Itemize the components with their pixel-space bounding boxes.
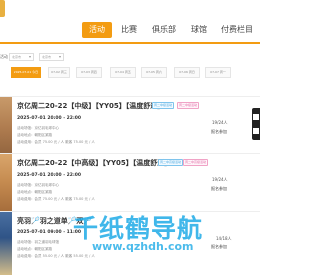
city-select[interactable]: 北京市 <box>39 53 64 61</box>
activity-address: 活动地点：朝阳区某路 <box>17 190 52 194</box>
date-chip[interactable]: 07-06 周日 <box>174 67 200 78</box>
level-badge: 周二中高级活动 <box>158 159 184 166</box>
signup-button[interactable]: 报名参加 <box>211 186 227 192</box>
activity-venue: 活动场馆：羽之道羽毛球馆 <box>17 240 59 244</box>
watermark-url: www.qzhdh.com <box>92 240 194 253</box>
activity-time: 2025-07-01 09:00 - 11:00 <box>17 230 81 235</box>
level-badge: 周二中高级活动 <box>183 159 209 166</box>
activity-time: 2025-07-01 20:00 - 22:00 <box>17 116 81 121</box>
participant-count: 19/24人 <box>212 177 228 182</box>
activity-fee: 活动费用：会员 75.00 元 / 人 散客 75.00 元 / 人 <box>17 140 95 144</box>
date-selector: 2025-07-01 今日 07-02 周三 07-03 周四 07-04 周五… <box>0 67 260 80</box>
tab-match[interactable]: 比赛 <box>121 22 137 38</box>
date-chip[interactable]: 07-07 周一 <box>205 67 231 78</box>
activity-fee: 活动费用：会员 55.00 元 / 人 散客 55.00 元 / 人 <box>17 254 95 258</box>
date-chip[interactable]: 07-05 周六 <box>141 67 167 78</box>
province-select[interactable]: 北京市 <box>9 53 34 61</box>
nav-underline <box>0 42 260 44</box>
activity-thumbnail <box>0 154 12 212</box>
level-badge: 周二中级活动 <box>177 102 200 109</box>
activity-venue: 活动场馆：京亿羽毛球中心 <box>17 183 59 187</box>
date-chip[interactable]: 07-02 周三 <box>48 67 70 78</box>
activity-fee: 活动费用：会员 75.00 元 / 人 散客 75.00 元 / 人 <box>17 197 95 201</box>
level-badge: 周二中级活动 <box>152 102 175 109</box>
participant-count: 19/24人 <box>212 120 228 125</box>
signup-button[interactable]: 报名参加 <box>211 129 227 135</box>
activity-time: 2025-07-01 20:00 - 22:00 <box>17 173 81 178</box>
tab-venue[interactable]: 球馆 <box>191 22 207 38</box>
date-chip[interactable]: 2025-07-01 今日 <box>11 67 41 78</box>
participant-count: 14/18人 <box>216 236 232 241</box>
activity-title[interactable]: 京亿周二20-22【中级】【YY05】【温度舒适】 <box>17 101 164 111</box>
top-nav: 活动 比赛 俱乐部 球馆 付费栏目 <box>0 0 260 44</box>
activity-venue: 活动场馆：京亿羽毛球中心 <box>17 126 59 130</box>
filter-label: 活动 <box>0 54 8 59</box>
tab-activity[interactable]: 活动 <box>82 22 112 38</box>
date-chip[interactable]: 07-04 周五 <box>110 67 136 78</box>
signup-button[interactable]: 报名参加 <box>211 244 227 250</box>
tab-paid-column[interactable]: 付费栏目 <box>221 22 253 38</box>
activity-address: 活动地点：朝阳区某路 <box>17 247 52 251</box>
activity-address: 活动地点：朝阳区某路 <box>17 133 52 137</box>
activity-thumbnail <box>0 212 12 275</box>
qr-code-tab[interactable] <box>252 108 260 140</box>
site-logo[interactable] <box>0 0 5 17</box>
tab-club[interactable]: 俱乐部 <box>152 22 176 38</box>
date-chip[interactable]: 07-03 周四 <box>76 67 102 78</box>
activity-title[interactable]: 京亿周二20-22【中高级】【YY05】【温度舒适】 <box>17 158 171 168</box>
